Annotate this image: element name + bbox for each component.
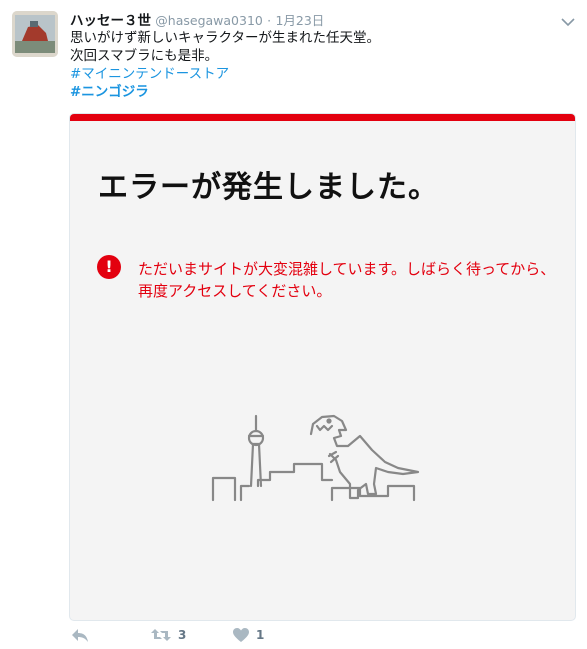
tweet-text-line: 思いがけず新しいキャラクターが生まれた任天堂。 [70,30,380,46]
media-card[interactable]: エラーが発生しました。 ! ただいまサイトが大変混雑しています。しばらく待ってか… [69,113,576,621]
tweet-text-line: 次回スマブラにも是非。 [70,48,219,64]
separator-dot: · [267,13,272,28]
retweet-icon [151,629,171,641]
like-count: 1 [256,628,265,642]
tweet: ハッセー３世 @hasegawa0310 · 1月23日 思いがけず新しいキャラ… [0,0,587,649]
reply-button[interactable] [70,624,90,646]
user-handle[interactable]: @hasegawa0310 [155,13,263,28]
tweet-header: ハッセー３世 @hasegawa0310 · 1月23日 [70,9,324,29]
display-name[interactable]: ハッセー３世 [70,13,151,29]
tweet-text: 思いがけず新しいキャラクターが生まれた任天堂。 次回スマブラにも是非。 #マイニ… [70,29,380,101]
avatar[interactable] [12,11,58,57]
hashtag-link[interactable]: #マイニンテンドーストア [70,65,380,83]
card-top-bar [70,114,575,121]
alert-icon: ! [97,255,121,279]
retweet-button[interactable]: 3 [150,624,186,646]
hashtag-link[interactable]: #ニンゴジラ [70,83,380,101]
reply-icon [72,629,88,642]
error-title: エラーが発生しました。 [98,170,439,205]
heart-icon [233,628,249,642]
retweet-count: 3 [178,628,187,642]
dinosaur-city-illustration [210,406,435,506]
error-message: ただいまサイトが大変混雑しています。しばらく待ってから、再度アクセスしてください… [138,260,556,300]
timestamp[interactable]: 1月23日 [275,13,324,28]
chevron-down-icon[interactable] [561,12,575,27]
like-button[interactable]: 1 [232,624,264,646]
